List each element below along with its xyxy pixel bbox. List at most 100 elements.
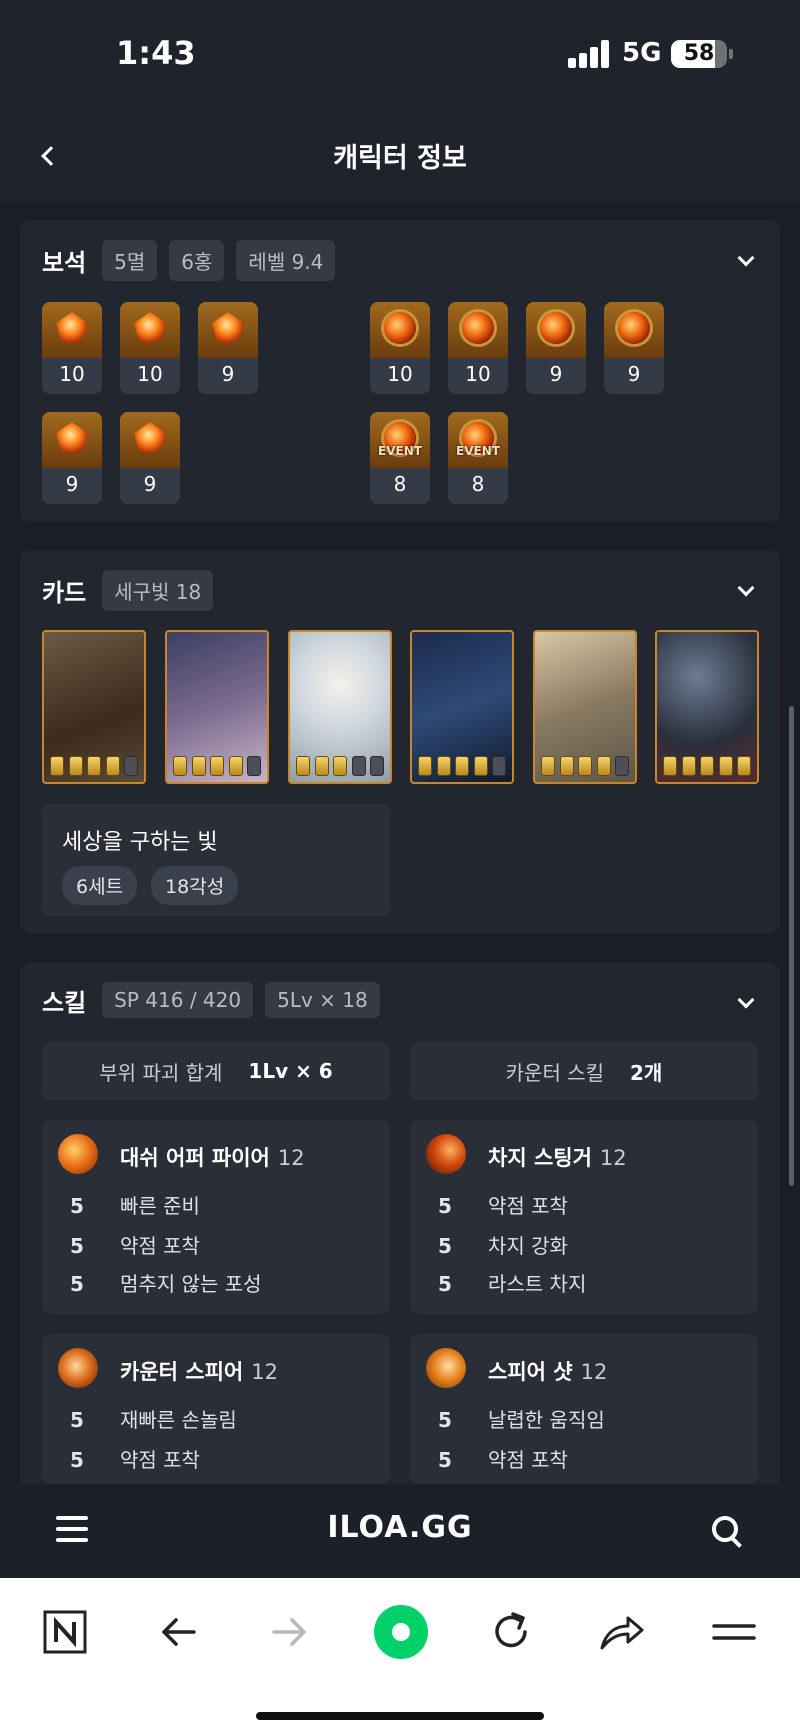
awakening-gem-icon — [210, 756, 224, 776]
browser-toolbar — [0, 1578, 800, 1734]
awakening-gem-icon — [700, 756, 714, 776]
awakening-gem-icon — [681, 756, 696, 776]
skill-level: 12 — [251, 1360, 278, 1384]
tripod-row: 5 재빠른 손놀림 — [70, 1408, 237, 1432]
stinger-skill-icon — [426, 1134, 466, 1174]
tripod-row: 5 약점 포착 — [438, 1448, 568, 1472]
card-awakening-stars — [296, 756, 384, 776]
awakening-gem-icon — [559, 756, 574, 776]
event-gem[interactable]: 8 — [370, 412, 430, 504]
status-bar: 1:43 5G 58 — [0, 0, 800, 110]
fire-skill-icon — [58, 1134, 98, 1174]
tripod-row: 5 날렵한 움직임 — [438, 1408, 605, 1432]
summary-value: 2개 — [630, 1060, 663, 1085]
awakening-gem-icon — [541, 756, 555, 776]
gem-tag: 6홍 — [169, 240, 225, 281]
card-image[interactable] — [655, 630, 759, 784]
card-awakening-stars — [541, 756, 629, 776]
awakening-gem-icon — [578, 756, 592, 776]
search-icon[interactable] — [710, 1514, 744, 1548]
gem-level: 9 — [221, 362, 235, 386]
skill-name: 차지 스팅거 12 — [488, 1146, 627, 1170]
skill-card[interactable]: 카운터 스피어 12 5 재빠른 손놀림 5 약점 포착 — [42, 1334, 390, 1484]
gem-level: 10 — [59, 362, 85, 386]
card-image[interactable] — [288, 630, 392, 784]
battery-icon: 58 — [671, 40, 727, 68]
damage-gem[interactable]: 10 — [120, 302, 180, 394]
card-image[interactable] — [42, 630, 146, 784]
skill-card[interactable]: 대쉬 어퍼 파이어 12 5 빠른 준비 5 약점 포착 5 멈추지 않는 포성 — [42, 1120, 390, 1314]
back-arrow-icon[interactable] — [148, 1602, 208, 1662]
cards-header: 카드 세구빛 18 — [42, 570, 225, 611]
awakening-gem-icon — [191, 756, 206, 776]
gem-level: 9 — [143, 472, 157, 496]
awakening-gem-icon — [455, 756, 469, 776]
skill-card[interactable]: 차지 스팅거 12 5 약점 포착 5 차지 강화 5 라스트 차지 — [410, 1120, 758, 1314]
card-set-name: 세상을 구하는 빛 — [62, 830, 218, 855]
refresh-icon[interactable] — [481, 1602, 541, 1662]
tripod-row: 5 라스트 차지 — [438, 1272, 587, 1296]
section-title: 보석 — [42, 249, 87, 277]
collapse-chevron-icon[interactable] — [737, 249, 755, 267]
tripod-row: 5 약점 포착 — [438, 1194, 568, 1218]
awakening-gem-icon — [718, 756, 733, 776]
section-title: 스킬 — [42, 988, 87, 1017]
gem-level: 10 — [387, 362, 413, 386]
skills-header: 스킬 SP 416 / 420 5Lv × 18 — [42, 982, 392, 1018]
awakening-gem-icon — [492, 756, 506, 776]
collapse-chevron-icon[interactable] — [737, 991, 755, 1009]
card-awakening-stars — [50, 756, 138, 776]
tripod-row: 5 멈추지 않는 포성 — [70, 1272, 262, 1296]
counter-skill-icon — [58, 1348, 98, 1388]
awakening-gem-icon — [87, 756, 101, 776]
event-gem[interactable]: 8 — [448, 412, 508, 504]
card-set-awaken: 18각성 — [151, 866, 239, 905]
cooldown-gem[interactable]: 10 — [448, 302, 508, 394]
card-image[interactable] — [165, 630, 269, 784]
break-summary: 부위 파괴 합계 1Lv × 6 — [42, 1042, 390, 1100]
home-green-icon[interactable] — [371, 1602, 431, 1662]
damage-gem[interactable]: 9 — [198, 302, 258, 394]
awakening-gem-icon — [105, 756, 120, 776]
scrollbar[interactable] — [789, 706, 794, 1186]
spear-shot-skill-icon — [426, 1348, 466, 1388]
awakening-gem-icon — [247, 756, 261, 776]
tripod-row: 5 약점 포착 — [70, 1448, 200, 1472]
card-set-tag: 세구빛 18 — [102, 570, 214, 611]
gem-level: 9 — [627, 362, 641, 386]
card-set-count: 6세트 — [62, 866, 138, 905]
awakening-gem-icon — [124, 756, 138, 776]
awakening-gem-icon — [50, 756, 64, 776]
hamburger-menu-icon[interactable] — [704, 1602, 764, 1662]
cooldown-gem[interactable]: 9 — [526, 302, 586, 394]
share-icon[interactable] — [592, 1602, 652, 1662]
card-image[interactable] — [533, 630, 637, 784]
skill-tag: SP 416 / 420 — [102, 982, 254, 1018]
signal-icon — [568, 40, 610, 68]
skill-tag: 5Lv × 18 — [265, 982, 380, 1018]
card-awakening-stars — [663, 756, 751, 776]
card-set-box[interactable]: 세상을 구하는 빛 6세트 18각성 — [42, 804, 390, 916]
card-image[interactable] — [410, 630, 514, 784]
gem-level: 8 — [393, 472, 407, 496]
damage-gem[interactable]: 10 — [42, 302, 102, 394]
forward-arrow-icon[interactable] — [260, 1602, 320, 1662]
skill-card[interactable]: 스피어 샷 12 5 날렵한 움직임 5 약점 포착 — [410, 1334, 758, 1484]
awakening-gem-icon — [737, 756, 751, 776]
damage-gem[interactable]: 9 — [42, 412, 102, 504]
awakening-gem-icon — [615, 756, 629, 776]
tripod-row: 5 약점 포착 — [70, 1234, 200, 1258]
awakening-gem-icon — [351, 756, 366, 776]
summary-label: 부위 파괴 합계 — [99, 1060, 223, 1085]
site-logo[interactable]: ILOA.GG — [0, 1510, 800, 1545]
awakening-gem-icon — [173, 756, 187, 776]
damage-gem[interactable]: 9 — [120, 412, 180, 504]
awakening-gem-icon — [473, 756, 488, 776]
section-title: 카드 — [42, 579, 87, 607]
collapse-chevron-icon[interactable] — [737, 579, 755, 597]
awakening-gem-icon — [436, 756, 451, 776]
cooldown-gem[interactable]: 10 — [370, 302, 430, 394]
naver-n-icon[interactable] — [35, 1602, 95, 1662]
status-time: 1:43 — [116, 34, 196, 72]
cooldown-gem[interactable]: 9 — [604, 302, 664, 394]
